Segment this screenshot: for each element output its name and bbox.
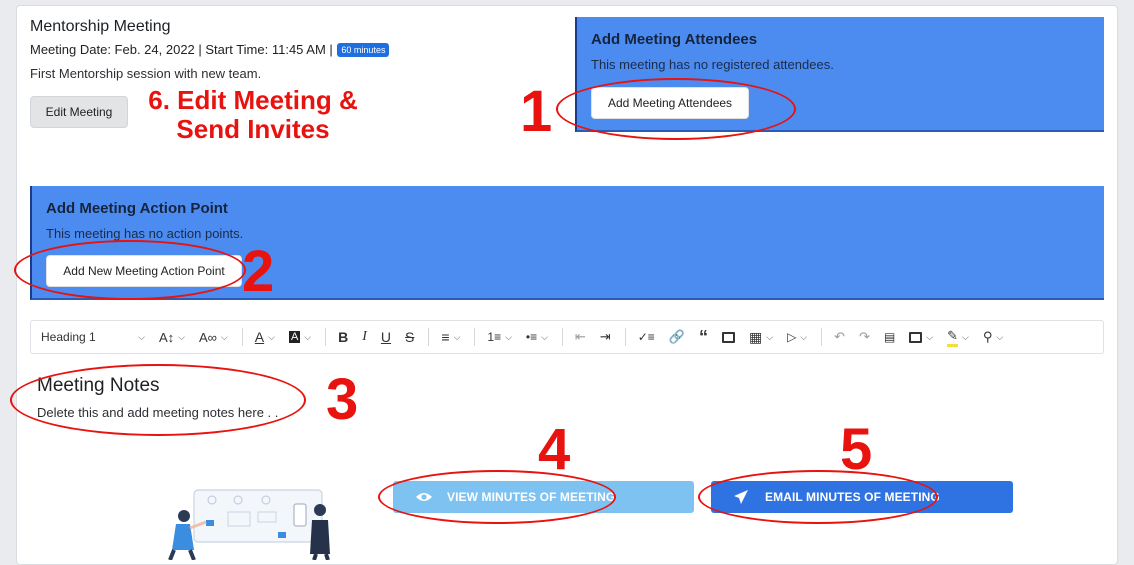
font-color-button[interactable]: A ⌵ [255, 329, 275, 345]
background-color-button[interactable]: A ⌵ [288, 331, 312, 343]
heading-select-value: Heading 1 [41, 330, 96, 344]
toolbar-divider [624, 328, 626, 346]
font-size-button[interactable]: A↕ ⌵ [159, 330, 185, 345]
image-icon [722, 331, 735, 343]
italic-button[interactable]: I [362, 329, 367, 345]
bold-button[interactable]: B [338, 329, 348, 345]
heading-select[interactable]: Heading 1 ⌵ [41, 330, 145, 344]
chevron-down-icon: ⌵ [766, 331, 774, 342]
font-color-icon: A [254, 329, 265, 345]
table-button[interactable]: ▦ ⌵ [749, 329, 773, 346]
chevron-down-icon: ⌵ [220, 331, 228, 342]
bold-icon: B [338, 329, 349, 345]
underline-button[interactable]: U [381, 329, 391, 345]
meeting-illustration [168, 489, 330, 560]
highlight-button[interactable]: ✎ ⌵ [947, 328, 969, 347]
bulleted-list-button[interactable]: •≡ ⌵ [526, 330, 548, 344]
checklist-icon: ✓≡ [637, 330, 655, 344]
annotation-5: 5 [840, 417, 873, 482]
indent-icon: ⇥ [599, 329, 611, 344]
annotation-ellipse-2 [14, 240, 246, 300]
annotation-ellipse-3 [10, 364, 306, 436]
annotation-1: 1 [520, 79, 553, 144]
toolbar-divider [241, 328, 243, 346]
insert-image-button[interactable]: ⌵ [909, 331, 934, 343]
align-left-icon: ≡ [441, 329, 450, 345]
chevron-down-icon: ⌵ [505, 331, 512, 342]
chevron-down-icon: ⌵ [926, 331, 934, 342]
toolbar-divider [821, 328, 823, 346]
annotation-6-line1: 6. Edit Meeting & [148, 85, 358, 115]
strikethrough-icon: S [405, 329, 415, 345]
annotation-2: 2 [242, 239, 275, 304]
indent-button[interactable]: ⇥ [600, 329, 611, 345]
image-button[interactable] [722, 331, 735, 343]
meeting-title: Mentorship Meeting [30, 18, 171, 35]
media-button[interactable]: ▷ ⌵ [787, 330, 807, 344]
italic-icon: I [362, 329, 367, 344]
font-size-icon: A↕ [159, 329, 175, 345]
chevron-down-icon: ⌵ [962, 331, 969, 342]
chevron-down-icon: ⌵ [178, 331, 185, 342]
numbered-list-icon: 1≡ [487, 330, 502, 344]
annotation-6-line2: Send Invites [176, 114, 330, 144]
table-icon: ▦ [749, 328, 763, 345]
chevron-down-icon: ⌵ [541, 331, 548, 342]
font-family-icon: A∞ [199, 329, 217, 345]
find-replace-button[interactable]: ⚲ ⌵ [983, 329, 1003, 345]
meeting-description: First Mentorship session with new team. [30, 66, 262, 81]
outdent-icon: ⇤ [574, 329, 586, 344]
highlighter-icon: ✎ [947, 328, 959, 347]
undo-button[interactable]: ↶ [834, 329, 845, 345]
action-points-empty-text: This meeting has no action points. [46, 226, 244, 241]
undo-icon: ↶ [834, 329, 846, 344]
attendees-empty-text: This meeting has no registered attendees… [591, 57, 834, 72]
find-replace-icon: ⚲ [982, 329, 993, 344]
html-embed-icon: ▤ [883, 330, 896, 344]
editor-toolbar: Heading 1 ⌵ A↕ ⌵ A∞ ⌵ A ⌵ A ⌵ B I U S ≡ ⌵ 1≡ ⌵… [30, 320, 1104, 354]
redo-icon: ↷ [859, 329, 870, 344]
annotation-ellipse-4 [378, 470, 616, 524]
chevron-down-icon: ⌵ [304, 331, 312, 342]
attendees-heading: Add Meeting Attendees [591, 31, 758, 48]
outdent-button[interactable]: ⇤ [575, 329, 586, 345]
annotation-3: 3 [326, 367, 359, 432]
image-upload-icon [909, 331, 923, 343]
blockquote-button[interactable]: “ [699, 327, 708, 348]
action-points-heading: Add Meeting Action Point [46, 200, 228, 217]
chevron-down-icon: ⌵ [800, 331, 808, 342]
quote-icon: “ [699, 326, 708, 347]
todo-list-button[interactable]: ✓≡ [638, 330, 655, 344]
toolbar-divider [561, 328, 563, 346]
align-button[interactable]: ≡ ⌵ [441, 329, 460, 345]
meeting-date-time: Meeting Date: Feb. 24, 2022 | Start Time… [30, 42, 333, 57]
annotation-ellipse-1 [556, 78, 796, 140]
chevron-down-icon: ⌵ [138, 331, 145, 342]
annotation-6: 6. Edit Meeting & Send Invites [133, 86, 373, 144]
font-family-button[interactable]: A∞ ⌵ [199, 330, 228, 345]
toolbar-divider [325, 328, 327, 346]
media-embed-icon: ▷ [787, 330, 797, 344]
meeting-meta: Meeting Date: Feb. 24, 2022 | Start Time… [30, 42, 390, 57]
chevron-down-icon: ⌵ [268, 331, 275, 342]
underline-icon: U [380, 329, 392, 345]
bulleted-list-icon: •≡ [525, 330, 538, 344]
annotation-ellipse-5 [698, 470, 938, 524]
redo-button[interactable]: ↷ [859, 329, 870, 345]
strikethrough-button[interactable]: S [405, 329, 414, 345]
numbered-list-button[interactable]: 1≡ ⌵ [487, 330, 512, 344]
toolbar-divider [474, 328, 476, 346]
link-icon: 🔗 [668, 329, 685, 344]
chevron-down-icon: ⌵ [996, 331, 1004, 342]
toolbar-divider [428, 328, 430, 346]
link-button[interactable]: 🔗 [669, 329, 685, 345]
duration-badge: 60 minutes [337, 43, 390, 57]
annotation-4: 4 [538, 417, 571, 482]
chevron-down-icon: ⌵ [453, 331, 461, 342]
background-color-icon: A [288, 331, 301, 343]
html-embed-button[interactable]: ▤ [884, 330, 895, 344]
edit-meeting-button[interactable]: Edit Meeting [30, 96, 128, 128]
